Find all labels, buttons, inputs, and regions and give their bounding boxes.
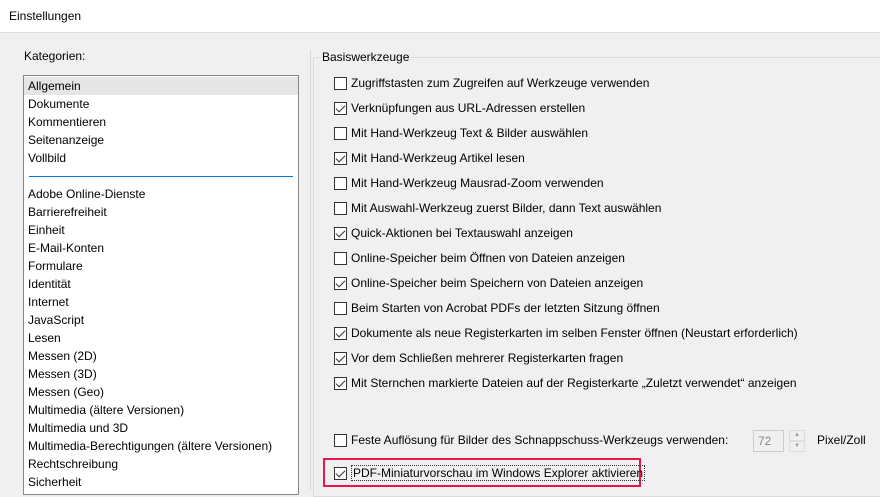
category-item[interactable]: Messen (Geo) bbox=[24, 383, 298, 401]
list-separator bbox=[29, 176, 293, 177]
snapshot-resolution-checkbox[interactable]: Feste Auflösung für Bilder des Schnappsc… bbox=[334, 431, 728, 449]
resolution-stepper[interactable]: ▲ ▼ bbox=[789, 430, 805, 452]
checkbox-icon bbox=[334, 351, 347, 365]
category-item[interactable]: Lesen bbox=[24, 329, 298, 347]
checkbox-label: PDF-Miniaturvorschau im Windows Explorer… bbox=[351, 465, 646, 481]
option-checkbox[interactable]: Mit Hand-Werkzeug Text & Bilder auswähle… bbox=[334, 124, 588, 142]
option-checkbox[interactable]: Online-Speicher beim Öffnen von Dateien … bbox=[334, 249, 625, 267]
category-item[interactable]: Formulare bbox=[24, 257, 298, 275]
category-item[interactable]: Internet bbox=[24, 293, 298, 311]
resolution-input[interactable]: 72 bbox=[753, 430, 784, 452]
checkbox-icon bbox=[334, 326, 347, 340]
option-checkbox[interactable]: Verknüpfungen aus URL-Adressen erstellen bbox=[334, 99, 585, 117]
option-checkbox[interactable]: Mit Auswahl-Werkzeug zuerst Bilder, dann… bbox=[334, 199, 661, 217]
category-item[interactable]: Sicherheit bbox=[24, 473, 298, 491]
category-item[interactable]: E-Mail-Konten bbox=[24, 239, 298, 257]
option-checkbox[interactable]: Vor dem Schließen mehrerer Registerkarte… bbox=[334, 349, 623, 367]
category-item[interactable]: Multimedia und 3D bbox=[24, 419, 298, 437]
option-checkbox[interactable]: Dokumente als neue Registerkarten im sel… bbox=[334, 324, 798, 342]
checkbox-label: Beim Starten von Acrobat PDFs der letzte… bbox=[351, 301, 660, 315]
checkbox-icon bbox=[334, 276, 347, 290]
category-item[interactable]: Vollbild bbox=[24, 149, 298, 167]
spin-up-icon[interactable]: ▲ bbox=[789, 430, 805, 441]
checkbox-icon bbox=[334, 466, 347, 480]
categories-list[interactable]: Allgemein Dokumente Kommentieren Seitenanze… bbox=[23, 75, 299, 495]
spin-down-icon[interactable]: ▼ bbox=[789, 441, 805, 452]
checkbox-label: Vor dem Schließen mehrerer Registerkarte… bbox=[351, 351, 624, 365]
category-item[interactable]: Dokumente bbox=[24, 95, 298, 113]
resolution-unit: Pixel/Zoll bbox=[817, 433, 866, 447]
checkbox-label: Mit Auswahl-Werkzeug zuerst Bilder, dann… bbox=[351, 201, 662, 215]
thumbnail-preview-checkbox[interactable]: PDF-Miniaturvorschau im Windows Explorer… bbox=[334, 464, 646, 482]
checkbox-icon bbox=[334, 226, 347, 240]
checkbox-icon bbox=[334, 201, 347, 215]
option-checkbox[interactable]: Mit Sternchen markierte Dateien auf der … bbox=[334, 374, 797, 392]
category-item[interactable]: Allgemein bbox=[24, 77, 298, 95]
checkbox-icon bbox=[334, 251, 347, 265]
checkbox-label: Mit Sternchen markierte Dateien auf der … bbox=[351, 376, 797, 390]
checkbox-label: Quick-Aktionen bei Textauswahl anzeigen bbox=[351, 226, 573, 240]
option-checkbox[interactable]: Beim Starten von Acrobat PDFs der letzte… bbox=[334, 299, 660, 317]
category-item[interactable]: Kommentieren bbox=[24, 113, 298, 131]
checkbox-label: Online-Speicher beim Öffnen von Dateien … bbox=[351, 251, 625, 265]
checkbox-icon bbox=[334, 151, 347, 165]
checkbox-icon bbox=[334, 301, 347, 315]
checkbox-icon bbox=[334, 101, 347, 115]
checkbox-label: Mit Hand-Werkzeug Mausrad-Zoom verwenden bbox=[351, 176, 604, 190]
checkbox-label: Mit Hand-Werkzeug Text & Bilder auswähle… bbox=[351, 126, 588, 140]
category-item[interactable]: Multimedia (ältere Versionen) bbox=[24, 401, 298, 419]
categories-label: Kategorien: bbox=[24, 49, 86, 63]
title-bar: Einstellungen bbox=[0, 0, 880, 33]
option-checkbox[interactable]: Quick-Aktionen bei Textauswahl anzeigen bbox=[334, 224, 573, 242]
checkbox-label: Zugriffstasten zum Zugreifen auf Werkzeu… bbox=[351, 76, 650, 90]
checkbox-label: Dokumente als neue Registerkarten im sel… bbox=[351, 326, 798, 340]
category-item[interactable]: Einheit bbox=[24, 221, 298, 239]
window-title: Einstellungen bbox=[9, 9, 82, 23]
category-item[interactable]: Adobe Online-Dienste bbox=[24, 185, 298, 203]
checkbox-label: Feste Auflösung für Bilder des Schnappsc… bbox=[351, 433, 729, 447]
option-checkbox[interactable]: Mit Hand-Werkzeug Artikel lesen bbox=[334, 149, 525, 167]
checkbox-label: Online-Speicher beim Speichern von Datei… bbox=[351, 276, 644, 290]
option-checkbox[interactable]: Online-Speicher beim Speichern von Datei… bbox=[334, 274, 643, 292]
category-item[interactable]: Rechtschreibung bbox=[24, 455, 298, 473]
divider bbox=[310, 50, 311, 490]
category-item[interactable]: JavaScript bbox=[24, 311, 298, 329]
checkbox-icon bbox=[334, 176, 347, 190]
category-item[interactable]: Messen (3D) bbox=[24, 365, 298, 383]
checkbox-label: Mit Hand-Werkzeug Artikel lesen bbox=[351, 151, 525, 165]
checkbox-icon bbox=[334, 126, 347, 140]
category-item[interactable]: Multimedia-Berechtigungen (ältere Versio… bbox=[24, 437, 298, 455]
checkbox-icon bbox=[334, 76, 347, 90]
checkbox-icon bbox=[334, 433, 347, 447]
option-checkbox[interactable]: Zugriffstasten zum Zugreifen auf Werkzeu… bbox=[334, 74, 649, 92]
option-checkbox[interactable]: Mit Hand-Werkzeug Mausrad-Zoom verwenden bbox=[334, 174, 604, 192]
group-label: Basiswerkzeuge bbox=[320, 50, 412, 64]
category-item[interactable]: Barrierefreiheit bbox=[24, 203, 298, 221]
category-item[interactable]: Identität bbox=[24, 275, 298, 293]
category-item[interactable]: Seitenanzeige bbox=[24, 131, 298, 149]
checkbox-label: Verknüpfungen aus URL-Adressen erstellen bbox=[351, 101, 586, 115]
category-item[interactable]: Messen (2D) bbox=[24, 347, 298, 365]
checkbox-icon bbox=[334, 376, 347, 390]
